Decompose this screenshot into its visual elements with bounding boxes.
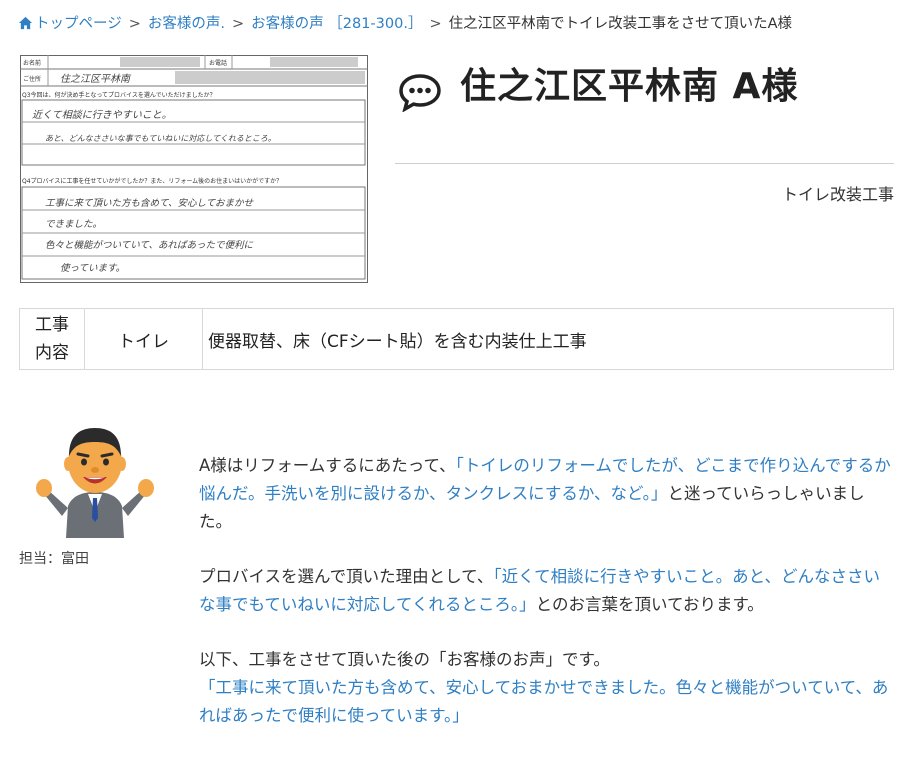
page-title: 住之江区平林南 A様 — [460, 66, 799, 107]
work-category-label: トイレ改装工事 — [781, 185, 894, 204]
scan-q4-line4: 使っています。 — [60, 263, 125, 274]
speech-bubble-icon — [399, 74, 441, 112]
work-table-header-line2: 内容 — [35, 343, 69, 363]
paragraph-customer-voice: 以下、工事をさせて頂いた後の「お客様のお声」です。「工事に来て頂いた方も含めて、… — [199, 646, 894, 730]
work-table-category: トイレ — [84, 308, 203, 370]
staff-avatar — [36, 428, 154, 538]
work-table-header: 工事 内容 — [19, 308, 85, 370]
breadcrumb-separator: > — [429, 16, 442, 32]
paragraph-text: 以下、工事をさせて頂いた後の「お客様のお声」です。 — [199, 650, 610, 669]
breadcrumb-separator: > — [231, 16, 245, 32]
scan-q3-label: Q3今回は、何が決め手となってプロバイスを選んでいただけましたか？ — [22, 91, 216, 99]
breadcrumb-home-link[interactable]: トップページ — [35, 16, 122, 32]
title-block: 住之江区平林南 A様 — [398, 60, 798, 138]
breadcrumb-voices-link[interactable]: お客様の声. — [148, 16, 225, 32]
scan-phone-label: お電話 — [209, 59, 227, 67]
breadcrumb-separator: > — [128, 16, 141, 32]
work-table-description: 便器取替、床（CFシート貼）を含む内装仕上工事 — [202, 308, 894, 370]
customer-quote: 「工事に来て頂いた方も含めて、安心しておまかせできました。色々と機能がついていて… — [199, 678, 889, 725]
paragraph-text: とのお言葉を頂いております。 — [535, 595, 764, 614]
breadcrumb-current: 住之江区平林南でトイレ改装工事をさせて頂いたA様 — [448, 16, 793, 32]
scan-address-label: ご住所 — [23, 75, 41, 83]
work-details-table: 工事 内容 トイレ 便器取替、床（CFシート貼）を含む内装仕上工事 — [19, 308, 894, 370]
breadcrumb-range-link[interactable]: お客様の声 ［281-300.］ — [251, 16, 422, 32]
paragraph-text: A様はリフォームするにあたって、 — [199, 456, 456, 475]
article-body: A様はリフォームするにあたって、「トイレのリフォームでしたが、どこまで作り込んで… — [199, 452, 894, 757]
paragraph-selection-reason: プロバイスを選んで頂いた理由として、「近くて相談に行きやすいこと。あと、どんなさ… — [199, 563, 894, 619]
customer-survey-scan[interactable]: お名前 お電話 ご住所 住之江区平林南 Q3今回は、何が決め手となってプロバイス… — [20, 55, 368, 283]
scan-address-value: 住之江区平林南 — [60, 73, 132, 85]
paragraph-reason-concern: A様はリフォームするにあたって、「トイレのリフォームでしたが、どこまで作り込んで… — [199, 452, 894, 536]
scan-q3-line2: あと、どんなささいな事でもていねいに対応してくれるところ。 — [45, 134, 276, 143]
scan-q4-line1: 工事に来て頂いた方も含めて、安心しておまかせ — [45, 197, 254, 209]
scan-q4-line3: 色々と機能がついていて、あればあったで便利に — [45, 239, 253, 251]
scan-q3-line1: 近くて相談に行きやすいこと。 — [32, 109, 172, 121]
breadcrumb: トップページ > お客様の声. > お客様の声 ［281-300.］ > 住之江区平林南でト… — [18, 12, 792, 33]
title-divider — [395, 163, 894, 164]
scan-q4-label: Q4プロバイスに工事を任せていかがでしたか？また、リフォーム後のお住まいはいかが… — [22, 177, 282, 185]
scan-name-label: お名前 — [23, 59, 41, 67]
scan-q4-line2: できました。 — [45, 219, 102, 230]
paragraph-text: プロバイスを選んで頂いた理由として、 — [199, 567, 494, 586]
table-row: 工事 内容 トイレ 便器取替、床（CFシート貼）を含む内装仕上工事 — [19, 308, 894, 370]
work-table-header-line1: 工事 — [35, 315, 69, 335]
home-icon — [18, 16, 33, 30]
staff-name: 担当：富田 — [19, 551, 89, 567]
